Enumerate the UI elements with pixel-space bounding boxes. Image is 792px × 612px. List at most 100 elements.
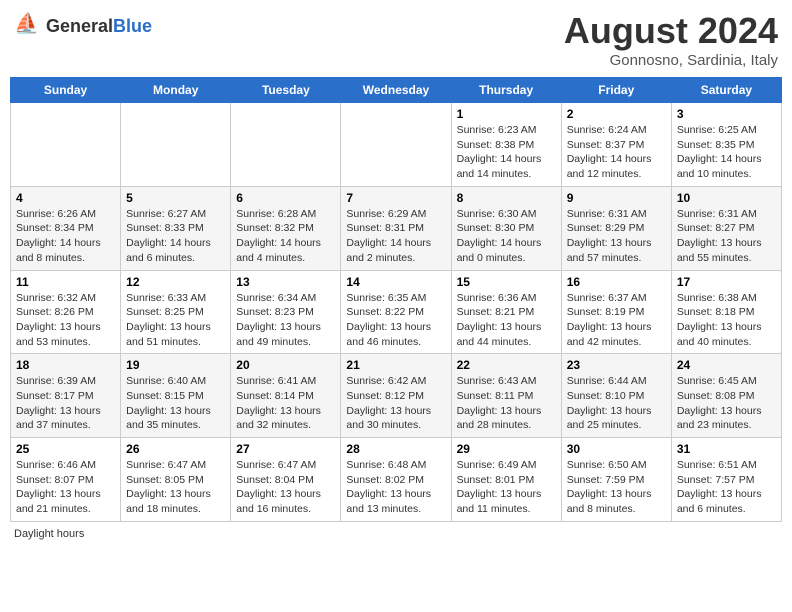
day-number: 17 bbox=[677, 275, 776, 289]
day-info: Sunrise: 6:41 AM Sunset: 8:14 PM Dayligh… bbox=[236, 374, 335, 433]
day-number: 7 bbox=[346, 191, 445, 205]
day-number: 4 bbox=[16, 191, 115, 205]
day-number: 16 bbox=[567, 275, 666, 289]
cell-w5-d1: 26 Sunrise: 6:47 AM Sunset: 8:05 PM Dayli… bbox=[121, 438, 231, 522]
week-row-3: 11 Sunrise: 6:32 AM Sunset: 8:26 PM Dayli… bbox=[11, 270, 782, 354]
cell-w5-d2: 27 Sunrise: 6:47 AM Sunset: 8:04 PM Dayli… bbox=[231, 438, 341, 522]
day-info: Sunrise: 6:51 AM Sunset: 7:57 PM Dayligh… bbox=[677, 458, 776, 517]
cell-w1-d5: 2 Sunrise: 6:24 AM Sunset: 8:37 PM Daylig… bbox=[561, 103, 671, 187]
cell-w3-d6: 17 Sunrise: 6:38 AM Sunset: 8:18 PM Dayli… bbox=[671, 270, 781, 354]
cell-w4-d5: 23 Sunrise: 6:44 AM Sunset: 8:10 PM Dayli… bbox=[561, 354, 671, 438]
day-info: Sunrise: 6:27 AM Sunset: 8:33 PM Dayligh… bbox=[126, 207, 225, 266]
calendar-table: SundayMondayTuesdayWednesdayThursdayFrid… bbox=[10, 77, 782, 522]
day-number: 24 bbox=[677, 358, 776, 372]
day-number: 23 bbox=[567, 358, 666, 372]
day-info: Sunrise: 6:33 AM Sunset: 8:25 PM Dayligh… bbox=[126, 291, 225, 350]
cell-w5-d3: 28 Sunrise: 6:48 AM Sunset: 8:02 PM Dayli… bbox=[341, 438, 451, 522]
cell-w3-d0: 11 Sunrise: 6:32 AM Sunset: 8:26 PM Dayli… bbox=[11, 270, 121, 354]
day-info: Sunrise: 6:32 AM Sunset: 8:26 PM Dayligh… bbox=[16, 291, 115, 350]
cell-w2-d4: 8 Sunrise: 6:30 AM Sunset: 8:30 PM Daylig… bbox=[451, 186, 561, 270]
week-row-2: 4 Sunrise: 6:26 AM Sunset: 8:34 PM Daylig… bbox=[11, 186, 782, 270]
day-info: Sunrise: 6:46 AM Sunset: 8:07 PM Dayligh… bbox=[16, 458, 115, 517]
day-number: 18 bbox=[16, 358, 115, 372]
day-info: Sunrise: 6:47 AM Sunset: 8:05 PM Dayligh… bbox=[126, 458, 225, 517]
day-info: Sunrise: 6:47 AM Sunset: 8:04 PM Dayligh… bbox=[236, 458, 335, 517]
day-info: Sunrise: 6:44 AM Sunset: 8:10 PM Dayligh… bbox=[567, 374, 666, 433]
day-info: Sunrise: 6:24 AM Sunset: 8:37 PM Dayligh… bbox=[567, 123, 666, 182]
day-number: 26 bbox=[126, 442, 225, 456]
day-number: 2 bbox=[567, 107, 666, 121]
logo-text: GeneralBlue bbox=[46, 16, 152, 37]
logo-blue: Blue bbox=[113, 16, 152, 36]
cell-w1-d3 bbox=[341, 103, 451, 187]
header-tuesday: Tuesday bbox=[231, 78, 341, 103]
day-info: Sunrise: 6:50 AM Sunset: 7:59 PM Dayligh… bbox=[567, 458, 666, 517]
cell-w1-d0 bbox=[11, 103, 121, 187]
day-info: Sunrise: 6:45 AM Sunset: 8:08 PM Dayligh… bbox=[677, 374, 776, 433]
week-row-4: 18 Sunrise: 6:39 AM Sunset: 8:17 PM Dayli… bbox=[11, 354, 782, 438]
cell-w4-d4: 22 Sunrise: 6:43 AM Sunset: 8:11 PM Dayli… bbox=[451, 354, 561, 438]
day-info: Sunrise: 6:34 AM Sunset: 8:23 PM Dayligh… bbox=[236, 291, 335, 350]
day-number: 21 bbox=[346, 358, 445, 372]
cell-w1-d6: 3Sunrise: 6:25 AM Sunset: 8:35 PM Daylig… bbox=[671, 103, 781, 187]
day-number: 13 bbox=[236, 275, 335, 289]
day-info: Sunrise: 6:38 AM Sunset: 8:18 PM Dayligh… bbox=[677, 291, 776, 350]
location-subtitle: Gonnosno, Sardinia, Italy bbox=[564, 52, 778, 69]
day-info: Sunrise: 6:39 AM Sunset: 8:17 PM Dayligh… bbox=[16, 374, 115, 433]
day-number: 15 bbox=[457, 275, 556, 289]
day-number: 6 bbox=[236, 191, 335, 205]
cell-w2-d5: 9 Sunrise: 6:31 AM Sunset: 8:29 PM Daylig… bbox=[561, 186, 671, 270]
title-block: August 2024 Gonnosno, Sardinia, Italy bbox=[564, 10, 778, 69]
day-info: Sunrise: 6:48 AM Sunset: 8:02 PM Dayligh… bbox=[346, 458, 445, 517]
day-info: Sunrise: 6:31 AM Sunset: 8:29 PM Dayligh… bbox=[567, 207, 666, 266]
day-info: Sunrise: 6:43 AM Sunset: 8:11 PM Dayligh… bbox=[457, 374, 556, 433]
cell-w5-d5: 30 Sunrise: 6:50 AM Sunset: 7:59 PM Dayli… bbox=[561, 438, 671, 522]
day-info: Sunrise: 6:31 AM Sunset: 8:27 PM Dayligh… bbox=[677, 207, 776, 266]
day-info: Sunrise: 6:26 AM Sunset: 8:34 PM Dayligh… bbox=[16, 207, 115, 266]
cell-w1-d2 bbox=[231, 103, 341, 187]
week-row-5: 25 Sunrise: 6:46 AM Sunset: 8:07 PM Dayli… bbox=[11, 438, 782, 522]
cell-w2-d6: 10Sunrise: 6:31 AM Sunset: 8:27 PM Dayli… bbox=[671, 186, 781, 270]
day-info: Sunrise: 6:29 AM Sunset: 8:31 PM Dayligh… bbox=[346, 207, 445, 266]
cell-w2-d0: 4 Sunrise: 6:26 AM Sunset: 8:34 PM Daylig… bbox=[11, 186, 121, 270]
cell-w4-d2: 20 Sunrise: 6:41 AM Sunset: 8:14 PM Dayli… bbox=[231, 354, 341, 438]
header-sunday: Sunday bbox=[11, 78, 121, 103]
day-info: Sunrise: 6:37 AM Sunset: 8:19 PM Dayligh… bbox=[567, 291, 666, 350]
day-number: 12 bbox=[126, 275, 225, 289]
day-info: Sunrise: 6:35 AM Sunset: 8:22 PM Dayligh… bbox=[346, 291, 445, 350]
day-number: 27 bbox=[236, 442, 335, 456]
day-number: 22 bbox=[457, 358, 556, 372]
day-number: 19 bbox=[126, 358, 225, 372]
cell-w2-d1: 5 Sunrise: 6:27 AM Sunset: 8:33 PM Daylig… bbox=[121, 186, 231, 270]
cell-w3-d2: 13 Sunrise: 6:34 AM Sunset: 8:23 PM Dayli… bbox=[231, 270, 341, 354]
footer-daylight: Daylight hours bbox=[10, 528, 782, 540]
day-number: 31 bbox=[677, 442, 776, 456]
day-info: Sunrise: 6:49 AM Sunset: 8:01 PM Dayligh… bbox=[457, 458, 556, 517]
day-number: 8 bbox=[457, 191, 556, 205]
day-number: 28 bbox=[346, 442, 445, 456]
cell-w5-d6: 31 Sunrise: 6:51 AM Sunset: 7:57 PM Dayli… bbox=[671, 438, 781, 522]
cell-w3-d4: 15 Sunrise: 6:36 AM Sunset: 8:21 PM Dayli… bbox=[451, 270, 561, 354]
day-number: 14 bbox=[346, 275, 445, 289]
day-info: Sunrise: 6:36 AM Sunset: 8:21 PM Dayligh… bbox=[457, 291, 556, 350]
cell-w2-d3: 7 Sunrise: 6:29 AM Sunset: 8:31 PM Daylig… bbox=[341, 186, 451, 270]
day-number: 11 bbox=[16, 275, 115, 289]
day-info: Sunrise: 6:25 AM Sunset: 8:35 PM Dayligh… bbox=[677, 123, 776, 182]
day-info: Sunrise: 6:30 AM Sunset: 8:30 PM Dayligh… bbox=[457, 207, 556, 266]
cell-w3-d1: 12 Sunrise: 6:33 AM Sunset: 8:25 PM Dayli… bbox=[121, 270, 231, 354]
day-number: 9 bbox=[567, 191, 666, 205]
day-number: 25 bbox=[16, 442, 115, 456]
cell-w4-d6: 24 Sunrise: 6:45 AM Sunset: 8:08 PM Dayli… bbox=[671, 354, 781, 438]
day-number: 20 bbox=[236, 358, 335, 372]
day-number: 5 bbox=[126, 191, 225, 205]
day-number: 1 bbox=[457, 107, 556, 121]
header-friday: Friday bbox=[561, 78, 671, 103]
svg-text:⛵: ⛵ bbox=[14, 11, 39, 35]
header-monday: Monday bbox=[121, 78, 231, 103]
logo: ⛵ GeneralBlue bbox=[14, 10, 152, 43]
header-thursday: Thursday bbox=[451, 78, 561, 103]
week-row-1: 1Sunrise: 6:23 AM Sunset: 8:38 PM Daylig… bbox=[11, 103, 782, 187]
logo-general: General bbox=[46, 16, 113, 36]
header-saturday: Saturday bbox=[671, 78, 781, 103]
day-number: 30 bbox=[567, 442, 666, 456]
